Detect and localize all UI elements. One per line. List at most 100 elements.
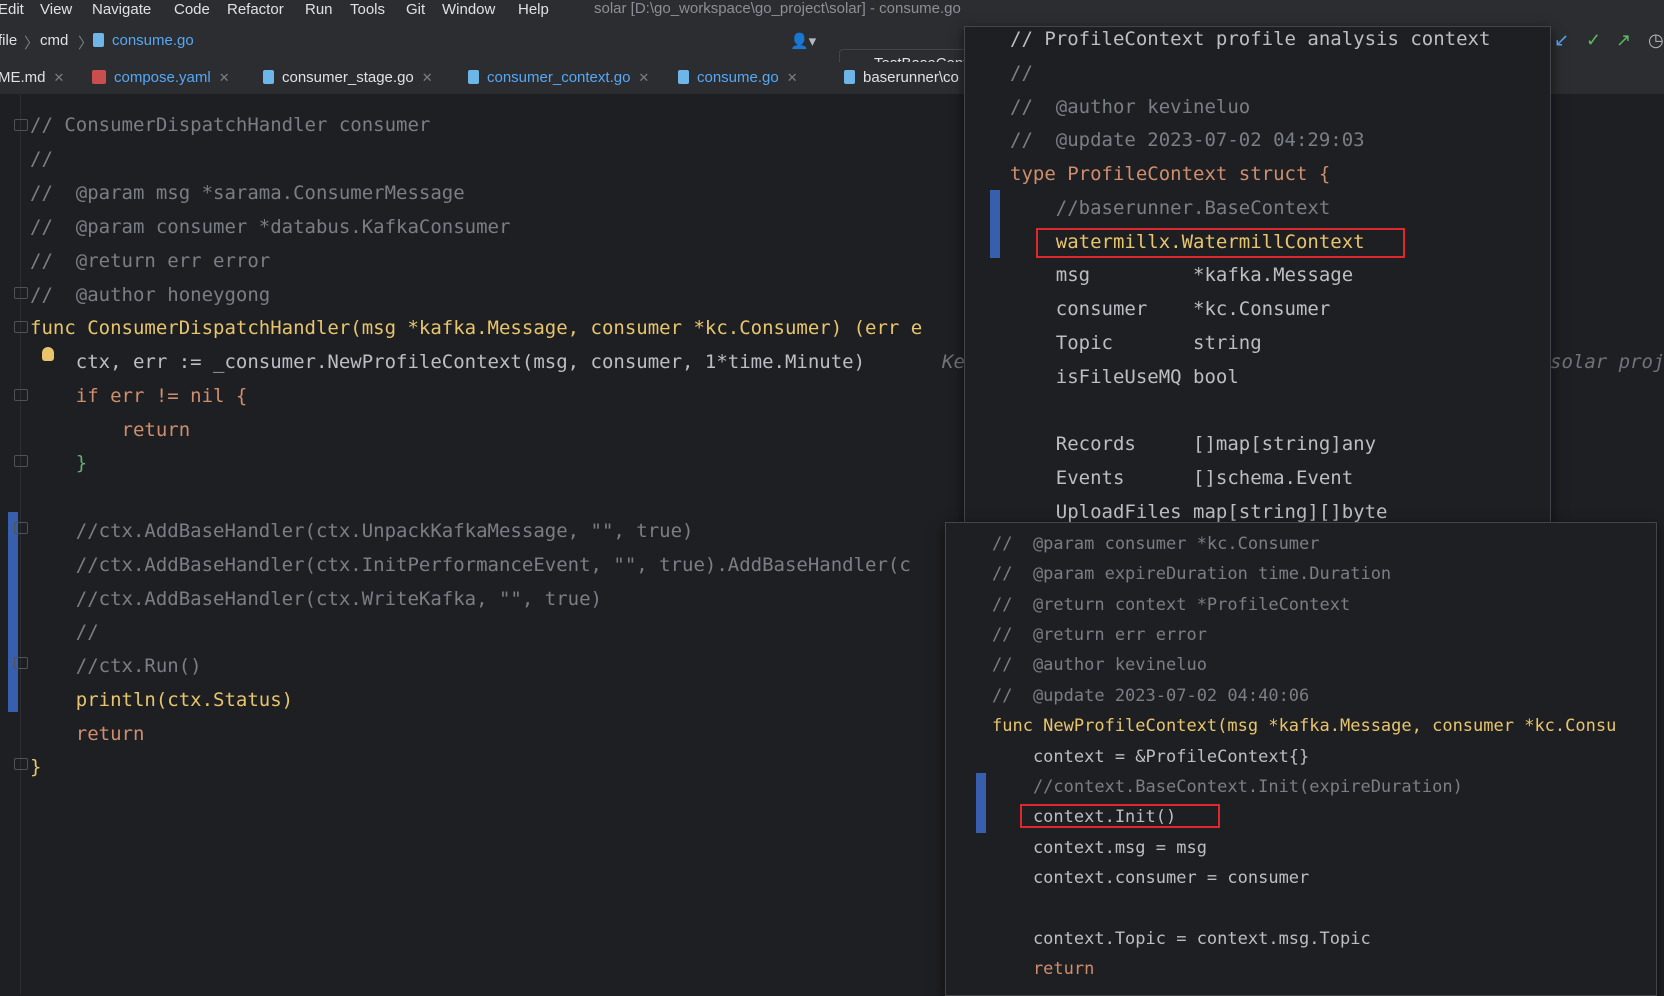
highlight-box (1020, 804, 1220, 828)
popup2-line-11: context.msg = msg (992, 838, 1207, 858)
close-icon[interactable]: ✕ (54, 70, 65, 85)
code-line-15: //ctx.AddBaseHandler(ctx.WriteKafka, "",… (30, 588, 602, 610)
go-file-icon (678, 70, 689, 84)
fold-marker-icon[interactable] (14, 389, 28, 401)
popup-line-6: //baserunner.BaseContext (1010, 197, 1331, 219)
menu-help[interactable]: Help (518, 1, 549, 18)
user-icon[interactable]: 👤▾ (790, 32, 816, 50)
code-line-17: //ctx.Run() (30, 655, 202, 677)
menu-code[interactable]: Code (174, 1, 210, 18)
fold-marker-icon[interactable] (14, 657, 28, 669)
code-line-19: return (30, 723, 145, 745)
popup-line-8: msg *kafka.Message (1010, 264, 1354, 286)
popup-line-9: consumer *kc.Consumer (1010, 298, 1331, 320)
tab-consumer-context[interactable]: consumer_context.go ✕ (468, 62, 649, 94)
menu-git[interactable]: Git (406, 1, 425, 18)
code-line-7: func ConsumerDispatchHandler(msg *kafka.… (30, 317, 923, 339)
vcs-commit-icon[interactable]: ✓ (1586, 30, 1601, 51)
struct-definition-popup[interactable]: // ProfileContext profile analysis conte… (964, 26, 1551, 526)
menu-navigate[interactable]: Navigate (92, 1, 151, 18)
menu-window[interactable]: Window (442, 1, 495, 18)
breadcrumb-file[interactable]: file (0, 32, 17, 49)
code-line-18: println(ctx.Status) (30, 689, 294, 711)
menu-bar: Edit View Navigate Code Refactor Run Too… (0, 0, 1664, 22)
tab-consumer-stage[interactable]: consumer_stage.go ✕ (263, 62, 433, 94)
inlay-hint-right: solar proj (1550, 351, 1664, 373)
tab-consume-go[interactable]: consume.go ✕ (678, 62, 804, 97)
popup2-line-12: context.consumer = consumer (992, 868, 1310, 888)
menu-run[interactable]: Run (305, 1, 333, 18)
breadcrumb-cmd[interactable]: cmd (40, 32, 68, 49)
popup-line-5: type ProfileContext struct { (1010, 163, 1331, 185)
menu-view[interactable]: View (40, 1, 72, 18)
history-icon[interactable]: ◷ (1648, 30, 1664, 51)
vcs-change-marker (990, 190, 1000, 258)
popup-line-14: Events []schema.Event (1010, 467, 1354, 489)
popup2-line-1: // @param consumer *kc.Consumer (992, 534, 1320, 554)
popup2-line-15: return (992, 959, 1095, 979)
popup-line-2: // (1010, 62, 1033, 84)
tab-label: baserunner\co (863, 69, 959, 86)
popup2-line-2: // @param expireDuration time.Duration (992, 564, 1392, 584)
go-file-icon (93, 33, 104, 47)
tab-label: ME.md (0, 69, 46, 86)
inlay-hint: Ke (942, 351, 965, 373)
popup-line-11: isFileUseMQ bool (1010, 366, 1239, 388)
code-line-10: return (30, 419, 191, 441)
vcs-update-icon[interactable]: ↙ (1554, 30, 1569, 51)
code-line-16: // (30, 621, 99, 643)
popup2-line-14: context.Topic = context.msg.Topic (992, 929, 1371, 949)
tab-readme[interactable]: ME.md ✕ (0, 62, 64, 94)
fold-marker-icon[interactable] (14, 758, 28, 770)
code-line-11: } (30, 452, 88, 474)
popup2-line-7: func NewProfileContext(msg *kafka.Messag… (992, 716, 1617, 736)
code-line-6: // @author honeygong (30, 284, 271, 306)
function-definition-popup[interactable]: // @param consumer *kc.Consumer // @para… (945, 522, 1657, 996)
go-file-icon (263, 70, 274, 84)
popup-line-1: // ProfileContext profile analysis conte… (1010, 28, 1491, 50)
popup-line-13: Records []map[string]any (1010, 433, 1377, 455)
breadcrumb-label: consume.go (112, 32, 194, 49)
code-line-5: // @return err error (30, 250, 271, 272)
menu-edit[interactable]: Edit (0, 1, 24, 18)
menu-tools[interactable]: Tools (350, 1, 385, 18)
tab-label: consumer_stage.go (282, 69, 414, 86)
yaml-file-icon (92, 70, 106, 84)
close-icon[interactable]: ✕ (422, 70, 433, 85)
popup2-line-8: context = &ProfileContext{} (992, 747, 1310, 767)
popup-line-4: // @update 2023-07-02 04:29:03 (1010, 129, 1365, 151)
close-icon[interactable]: ✕ (638, 70, 649, 85)
tab-label: consume.go (697, 69, 779, 86)
tab-baserunner[interactable]: baserunner\co (844, 62, 959, 94)
go-file-icon (468, 70, 479, 84)
tab-compose-yaml[interactable]: compose.yaml ✕ (92, 62, 230, 94)
popup2-line-4: // @return err error (992, 625, 1207, 645)
breadcrumb-consume-go[interactable]: consume.go (93, 32, 194, 49)
close-icon[interactable]: ✕ (787, 70, 798, 85)
fold-marker-icon[interactable] (14, 455, 28, 467)
popup-line-10: Topic string (1010, 332, 1262, 354)
fold-marker-icon[interactable] (14, 321, 28, 333)
code-line-14: //ctx.AddBaseHandler(ctx.InitPerformance… (30, 554, 911, 576)
fold-marker-icon[interactable] (14, 287, 28, 299)
code-line-2: // (30, 148, 53, 170)
fold-marker-icon[interactable] (14, 522, 28, 534)
breadcrumb-separator: 〉 (24, 35, 40, 52)
vcs-push-icon[interactable]: ↗ (1616, 30, 1631, 51)
window-title: solar [D:\go_workspace\go_project\solar]… (594, 0, 961, 17)
popup2-line-5: // @author kevineluo (992, 655, 1207, 675)
fold-marker-icon[interactable] (14, 119, 28, 131)
gutter-divider (20, 94, 21, 994)
tab-label: consumer_context.go (487, 69, 631, 86)
vcs-change-marker[interactable] (8, 512, 18, 712)
menu-refactor[interactable]: Refactor (227, 1, 284, 18)
code-line-8: ctx, err := _consumer.NewProfileContext(… (30, 351, 866, 373)
close-icon[interactable]: ✕ (219, 70, 230, 85)
code-line-4: // @param consumer *databus.KafkaConsume… (30, 216, 511, 238)
popup-line-3: // @author kevineluo (1010, 96, 1251, 118)
code-line-3: // @param msg *sarama.ConsumerMessage (30, 182, 465, 204)
popup2-line-3: // @return context *ProfileContext (992, 595, 1351, 615)
breadcrumb-separator: 〉 (78, 35, 94, 52)
code-line-13: //ctx.AddBaseHandler(ctx.UnpackKafkaMess… (30, 520, 694, 542)
popup2-line-9: //context.BaseContext.Init(expireDuratio… (992, 777, 1463, 797)
